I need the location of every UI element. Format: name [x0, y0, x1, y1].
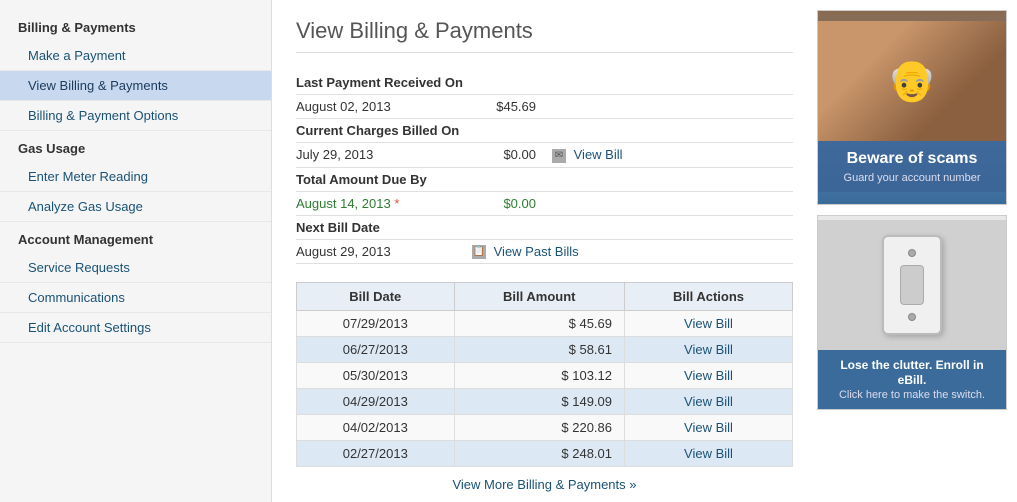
- bill-action-3[interactable]: View Bill: [625, 363, 793, 389]
- bill-amount-1: $ 45.69: [454, 311, 624, 337]
- billing-row-last-payment: Last Payment Received On: [296, 71, 793, 95]
- page-wrapper: Billing & Payments Make a Payment View B…: [0, 0, 1017, 502]
- ebill-promo-box[interactable]: Lose the clutter. Enroll in eBill. Click…: [817, 215, 1007, 410]
- view-bill-link-2[interactable]: View Bill: [684, 342, 733, 357]
- table-row: 06/27/2013 $ 58.61 View Bill: [297, 337, 793, 363]
- sidebar-item-edit-account[interactable]: Edit Account Settings: [0, 313, 271, 343]
- ebill-promo-main-text: Lose the clutter. Enroll in eBill.: [828, 358, 996, 387]
- current-charges-amount: $0.00: [456, 147, 536, 162]
- switch-screw-bottom: [908, 313, 916, 321]
- billing-row-current-charges-label: Current Charges Billed On: [296, 119, 793, 143]
- bill-date-4: 04/29/2013: [297, 389, 455, 415]
- switch-plate: [882, 235, 942, 335]
- last-payment-date: August 02, 2013: [296, 99, 456, 114]
- bill-amount-5: $ 220.86: [454, 415, 624, 441]
- main-content: View Billing & Payments Last Payment Rec…: [272, 0, 817, 502]
- switch-screw-top: [908, 249, 916, 257]
- bill-date-5: 04/02/2013: [297, 415, 455, 441]
- table-row: 05/30/2013 $ 103.12 View Bill: [297, 363, 793, 389]
- sidebar-section-billing: Billing & Payments: [0, 10, 271, 41]
- scam-face-image: 👴: [818, 21, 1006, 141]
- switch-toggle: [900, 265, 924, 305]
- billing-row-total-due-label: Total Amount Due By: [296, 168, 793, 192]
- sidebar: Billing & Payments Make a Payment View B…: [0, 0, 272, 502]
- bill-amount-6: $ 248.01: [454, 441, 624, 467]
- scam-promo-sub-text: Guard your account number: [828, 172, 996, 184]
- scam-promo-box[interactable]: 👴 Beware of scams Guard your account num…: [817, 10, 1007, 205]
- next-bill-date: August 29, 2013: [296, 244, 456, 259]
- bill-action-5[interactable]: View Bill: [625, 415, 793, 441]
- table-row: 04/02/2013 $ 220.86 View Bill: [297, 415, 793, 441]
- billing-info-section: Last Payment Received On August 02, 2013…: [296, 71, 793, 264]
- billing-row-total-due-value: August 14, 2013 * $0.00: [296, 192, 793, 216]
- bill-date-3: 05/30/2013: [297, 363, 455, 389]
- last-payment-label: Last Payment Received On: [296, 75, 556, 90]
- table-row: 02/27/2013 $ 248.01 View Bill: [297, 441, 793, 467]
- view-past-bills-link[interactable]: View Past Bills: [494, 244, 579, 259]
- bill-amount-4: $ 149.09: [454, 389, 624, 415]
- table-header-amount: Bill Amount: [454, 283, 624, 311]
- table-header-actions: Bill Actions: [625, 283, 793, 311]
- billing-row-next-bill-label: Next Bill Date: [296, 216, 793, 240]
- asterisk: *: [394, 196, 399, 211]
- current-charges-label: Current Charges Billed On: [296, 123, 556, 138]
- sidebar-section-account: Account Management: [0, 222, 271, 253]
- view-bill-link-4[interactable]: View Bill: [684, 394, 733, 409]
- view-bill-link-6[interactable]: View Bill: [684, 446, 733, 461]
- ebill-promo-text-block: Lose the clutter. Enroll in eBill. Click…: [818, 350, 1006, 409]
- scam-promo-text-block: Beware of scams Guard your account numbe…: [818, 141, 1006, 192]
- bill-date-2: 06/27/2013: [297, 337, 455, 363]
- view-bill-link-3[interactable]: View Bill: [684, 368, 733, 383]
- billing-row-next-bill-value: August 29, 2013 📋 View Past Bills: [296, 240, 793, 265]
- ebill-promo-sub-text: Click here to make the switch.: [828, 389, 996, 401]
- total-due-amount: $0.00: [456, 196, 536, 211]
- switch-image: [818, 220, 1006, 350]
- total-due-label: Total Amount Due By: [296, 172, 556, 187]
- sidebar-item-view-billing[interactable]: View Billing & Payments: [0, 71, 271, 101]
- view-bill-link-1[interactable]: View Bill: [684, 316, 733, 331]
- table-header-date: Bill Date: [297, 283, 455, 311]
- sidebar-item-make-payment[interactable]: Make a Payment: [0, 41, 271, 71]
- bill-date-1: 07/29/2013: [297, 311, 455, 337]
- sidebar-item-meter-reading[interactable]: Enter Meter Reading: [0, 162, 271, 192]
- sidebar-item-service-requests[interactable]: Service Requests: [0, 253, 271, 283]
- last-payment-amount: $45.69: [456, 99, 536, 114]
- view-past-bills-action[interactable]: 📋 View Past Bills: [472, 244, 579, 260]
- bill-date-6: 02/27/2013: [297, 441, 455, 467]
- sidebar-item-billing-options[interactable]: Billing & Payment Options: [0, 101, 271, 131]
- bill-action-6[interactable]: View Bill: [625, 441, 793, 467]
- page-title: View Billing & Payments: [296, 18, 793, 53]
- bill-action-4[interactable]: View Bill: [625, 389, 793, 415]
- table-row: 04/29/2013 $ 149.09 View Bill: [297, 389, 793, 415]
- bill-amount-3: $ 103.12: [454, 363, 624, 389]
- right-panel: 👴 Beware of scams Guard your account num…: [817, 0, 1017, 502]
- bill-amount-2: $ 58.61: [454, 337, 624, 363]
- billing-row-current-charges-value: July 29, 2013 $0.00 ✉ View Bill: [296, 143, 793, 168]
- view-bill-action-current[interactable]: ✉ View Bill: [552, 147, 623, 163]
- past-bills-icon: 📋: [472, 245, 486, 259]
- view-more-anchor[interactable]: View More Billing & Payments »: [452, 477, 636, 492]
- view-bill-icon: ✉: [552, 149, 566, 163]
- next-bill-label: Next Bill Date: [296, 220, 556, 235]
- sidebar-item-analyze-gas[interactable]: Analyze Gas Usage: [0, 192, 271, 222]
- current-charges-date: July 29, 2013: [296, 147, 456, 162]
- bill-action-2[interactable]: View Bill: [625, 337, 793, 363]
- total-due-date: August 14, 2013 *: [296, 196, 456, 211]
- sidebar-section-gas: Gas Usage: [0, 131, 271, 162]
- scam-promo-main-text: Beware of scams: [828, 149, 996, 168]
- bill-action-1[interactable]: View Bill: [625, 311, 793, 337]
- billing-table: Bill Date Bill Amount Bill Actions 07/29…: [296, 282, 793, 467]
- table-row: 07/29/2013 $ 45.69 View Bill: [297, 311, 793, 337]
- view-more-link[interactable]: View More Billing & Payments »: [296, 477, 793, 492]
- sidebar-item-communications[interactable]: Communications: [0, 283, 271, 313]
- billing-row-last-payment-value: August 02, 2013 $45.69: [296, 95, 793, 119]
- view-bill-link-current[interactable]: View Bill: [574, 147, 623, 162]
- view-bill-link-5[interactable]: View Bill: [684, 420, 733, 435]
